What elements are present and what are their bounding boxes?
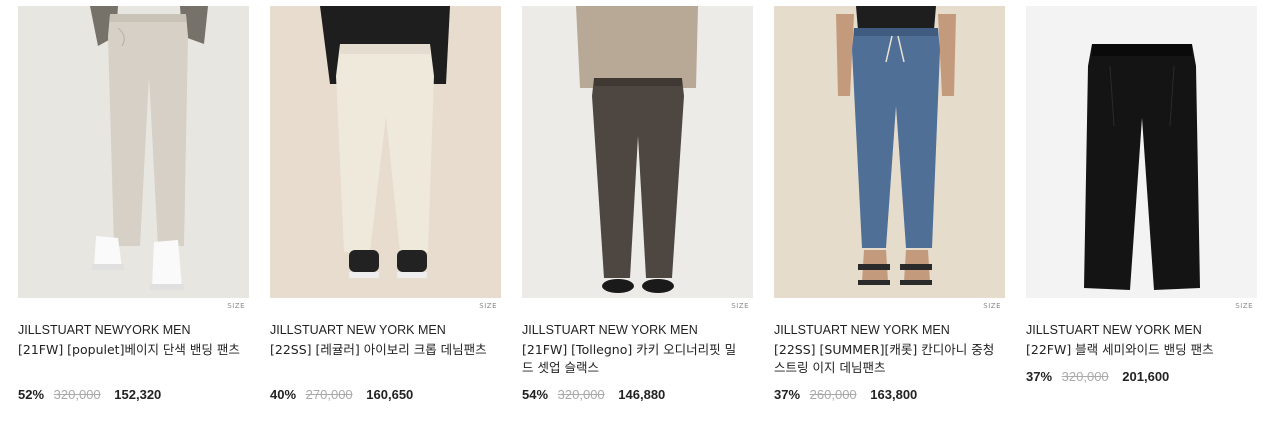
product-brand[interactable]: JILLSTUART NEWYORK MEN <box>18 323 191 337</box>
original-price: 320,000 <box>1061 369 1109 384</box>
sale-price: 146,880 <box>618 387 666 402</box>
price-row: 52% 320,000 152,320 <box>18 387 161 402</box>
product-image[interactable] <box>1026 6 1257 298</box>
product-photo <box>522 6 753 298</box>
product-image[interactable] <box>522 6 753 298</box>
product-brand[interactable]: JILLSTUART NEW YORK MEN <box>774 323 950 337</box>
product-photo <box>1026 6 1257 298</box>
product-card[interactable]: SIZE JILLSTUART NEW YORK MEN [21FW] [Tol… <box>522 6 753 402</box>
product-name[interactable]: [21FW] [Tollegno] 카키 오디너리핏 밀드 셋업 슬랙스 <box>522 341 747 377</box>
product-image[interactable] <box>18 6 249 298</box>
size-tag: SIZE <box>983 302 1001 310</box>
product-card[interactable]: SIZE JILLSTUART NEWYORK MEN [21FW] [popu… <box>18 6 249 402</box>
product-card[interactable]: SIZE JILLSTUART NEW YORK MEN [22SS] [SUM… <box>774 6 1005 402</box>
original-price: 320,000 <box>53 387 101 402</box>
price-row: 54% 320,000 146,880 <box>522 387 665 402</box>
product-image[interactable] <box>270 6 501 298</box>
original-price: 260,000 <box>809 387 857 402</box>
product-brand[interactable]: JILLSTUART NEW YORK MEN <box>1026 323 1202 337</box>
price-row: 37% 320,000 201,600 <box>1026 369 1169 384</box>
discount-rate: 40% <box>270 387 297 402</box>
sale-price: 152,320 <box>114 387 162 402</box>
product-name[interactable]: [22SS] [레귤러] 아이보리 크롭 데님팬츠 <box>270 341 495 359</box>
price-row: 37% 260,000 163,800 <box>774 387 917 402</box>
product-image[interactable] <box>774 6 1005 298</box>
product-photo <box>18 6 249 298</box>
product-card[interactable]: SIZE JILLSTUART NEW YORK MEN [22FW] 블랙 세… <box>1026 6 1257 384</box>
discount-rate: 37% <box>774 387 801 402</box>
size-tag: SIZE <box>227 302 245 310</box>
product-photo <box>774 6 1005 298</box>
product-name[interactable]: [21FW] [populet]베이지 단색 밴딩 팬츠 <box>18 341 243 359</box>
sale-price: 201,600 <box>1122 369 1170 384</box>
product-brand[interactable]: JILLSTUART NEW YORK MEN <box>522 323 698 337</box>
discount-rate: 54% <box>522 387 549 402</box>
product-grid: SIZE JILLSTUART NEWYORK MEN [21FW] [popu… <box>0 0 1273 441</box>
size-tag: SIZE <box>1235 302 1253 310</box>
size-tag: SIZE <box>731 302 749 310</box>
product-name[interactable]: [22FW] 블랙 세미와이드 밴딩 팬츠 <box>1026 341 1251 359</box>
sale-price: 160,650 <box>366 387 414 402</box>
product-card[interactable]: SIZE JILLSTUART NEW YORK MEN [22SS] [레귤러… <box>270 6 501 402</box>
sale-price: 163,800 <box>870 387 918 402</box>
size-tag: SIZE <box>479 302 497 310</box>
product-photo <box>270 6 501 298</box>
original-price: 320,000 <box>557 387 605 402</box>
price-row: 40% 270,000 160,650 <box>270 387 413 402</box>
discount-rate: 52% <box>18 387 45 402</box>
original-price: 270,000 <box>305 387 353 402</box>
product-brand[interactable]: JILLSTUART NEW YORK MEN <box>270 323 446 337</box>
product-name[interactable]: [22SS] [SUMMER][캐롯] 칸디아니 중청 스트링 이지 데님팬츠 <box>774 341 999 377</box>
discount-rate: 37% <box>1026 369 1053 384</box>
